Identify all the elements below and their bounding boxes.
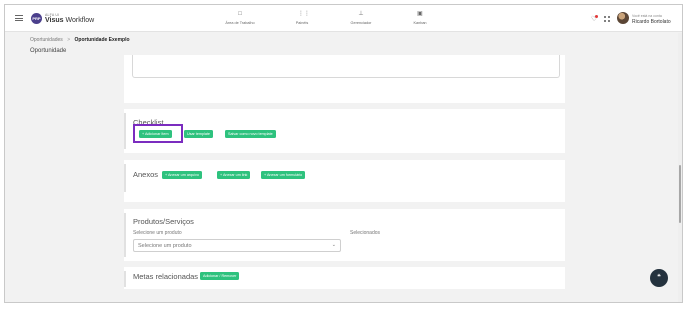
select-placeholder: Selecione um produto (138, 243, 192, 249)
chevron-down-icon: ⌄ (331, 242, 336, 248)
menu-icon[interactable] (15, 15, 23, 21)
nav-gerenciador[interactable]: ⊥ Gerenciador (336, 11, 386, 25)
apps-grid-icon[interactable] (604, 16, 610, 22)
app-window: PRP ALFA UI Visus Workflow □ Área de Tra… (4, 4, 683, 303)
description-card (124, 55, 565, 103)
scrollbar-thumb[interactable] (679, 165, 681, 223)
attach-file-button[interactable]: + Anexar um arquivo (162, 171, 202, 179)
card-divider (124, 213, 126, 257)
bar-chart-icon: ⋮⋮ (298, 11, 310, 17)
card-divider (124, 113, 126, 149)
logo-brand: Visus (45, 17, 64, 24)
produtos-title: Produtos/Serviços (133, 217, 194, 226)
breadcrumb-parent[interactable]: Oportunidades (30, 37, 63, 43)
card-divider (124, 164, 126, 192)
logo-badge: PRP (31, 13, 42, 24)
product-select[interactable]: Selecione um produto ⌄ (133, 239, 341, 252)
anexos-card: Anexos + Anexar um arquivo + Anexar um l… (124, 160, 565, 202)
metas-card: Metas relacionadas Adicionar / Remover (124, 267, 565, 289)
attach-link-button[interactable]: + Anexar um link (217, 171, 251, 179)
nav-label: Área de Trabalho (225, 21, 255, 25)
kanban-icon: ▣ (417, 11, 423, 17)
nav-paineis[interactable]: ⋮⋮ Painéis (277, 11, 327, 25)
checklist-card: Checklist + Adicionar Item Usar template… (124, 109, 565, 153)
notification-dot (595, 15, 598, 18)
breadcrumb-current: Oportunidade Exemplo (74, 37, 130, 43)
use-template-button[interactable]: Usar template (184, 130, 213, 138)
account-label: Você está na conta (632, 14, 662, 18)
nav-label: Painéis (295, 21, 309, 25)
select-product-label: Selecione um produto (133, 230, 182, 236)
logo-product: Workflow (65, 17, 95, 24)
add-remove-button[interactable]: Adicionar / Remover (200, 272, 240, 280)
metas-title: Metas relacionadas (133, 272, 199, 281)
selected-label: Selecionados (350, 230, 381, 236)
save-template-button[interactable]: Salvar como novo template (225, 130, 276, 138)
nav-kanban[interactable]: ▣ Kanban (395, 11, 445, 25)
avatar[interactable] (617, 12, 629, 24)
card-divider (124, 271, 126, 287)
anexos-title: Anexos (133, 170, 159, 179)
highlight-box (133, 124, 183, 143)
top-bar: PRP ALFA UI Visus Workflow □ Área de Tra… (5, 5, 682, 32)
account-name[interactable]: Ricardo Bortolato (632, 19, 671, 25)
produtos-card: Produtos/Serviços Selecione um produto S… (124, 209, 565, 261)
breadcrumb-separator: > (67, 37, 71, 43)
breadcrumb: Oportunidades > Oportunidade Exemplo (30, 37, 130, 43)
chat-icon[interactable]: ❝ (650, 269, 668, 287)
description-textarea[interactable] (132, 55, 560, 78)
attach-form-button[interactable]: + Anexar um formulário (261, 171, 306, 179)
nav-area-de-trabalho[interactable]: □ Área de Trabalho (215, 11, 265, 25)
nav-label: Gerenciador (350, 21, 372, 25)
logo: Visus Workflow (45, 17, 94, 24)
manage-icon: ⊥ (358, 11, 364, 17)
monitor-icon: □ (238, 11, 242, 17)
nav-label: Kanban (413, 21, 427, 25)
page-title: Oportunidade (30, 48, 67, 54)
